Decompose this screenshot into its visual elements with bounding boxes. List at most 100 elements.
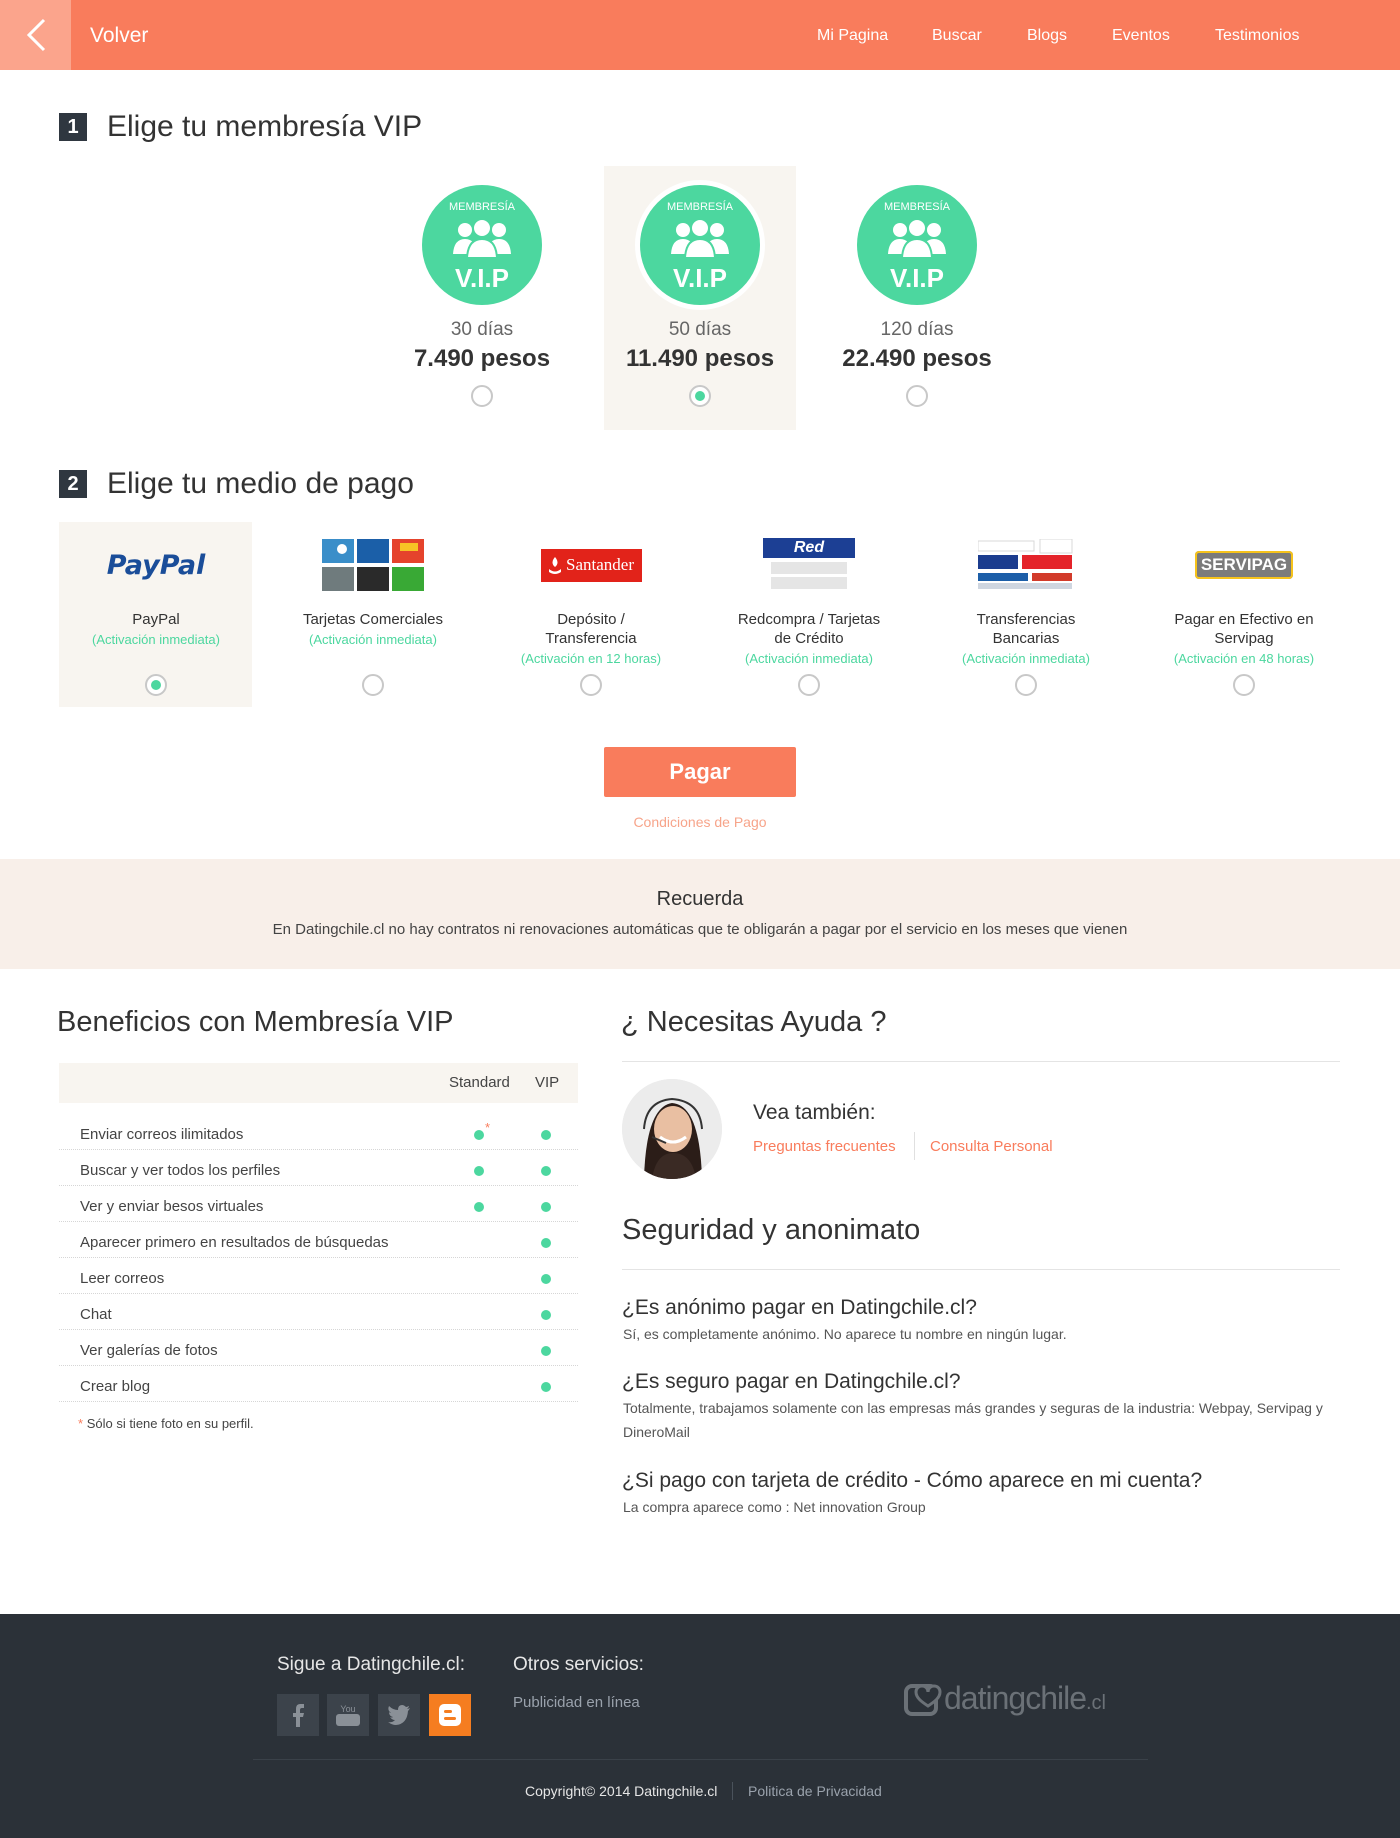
- top-bar: Volver Mi Pagina Buscar Blogs Eventos Te…: [0, 0, 1400, 70]
- other-services-title: Otros servicios:: [513, 1654, 644, 1675]
- table-row: Leer correos: [59, 1258, 578, 1294]
- santander-flame-icon: [549, 557, 561, 574]
- plan-radio-selected[interactable]: [689, 385, 711, 407]
- standard-check-dot: [474, 1166, 484, 1176]
- payment-radio[interactable]: [580, 674, 602, 696]
- faq-answer: La compra aparece como : Net innovation …: [623, 1499, 926, 1515]
- follow-title: Sigue a Datingchile.cl:: [277, 1654, 465, 1675]
- plan-price: 7.490 pesos: [413, 345, 551, 372]
- vip-check-dot: [541, 1274, 551, 1284]
- plan-days: 50 días: [668, 319, 732, 340]
- see-also-label: Vea también:: [753, 1101, 876, 1124]
- facebook-icon: [293, 1704, 304, 1727]
- faq-question: ¿Es seguro pagar en Datingchile.cl?: [622, 1370, 961, 1393]
- col-standard: Standard: [449, 1074, 510, 1091]
- payment-name: Redcompra / Tarjetas de Crédito: [737, 611, 881, 647]
- vip-badge: MEMBRESÍA V.I.P: [640, 185, 760, 305]
- svg-text:You: You: [340, 1704, 355, 1714]
- payment-option-servipag[interactable]: SERVIPAG Pagar en Efectivo en Servipag (…: [1144, 538, 1344, 696]
- payment-activation: (Activación inmediata): [962, 651, 1090, 666]
- payment-option-tarjetas-comerciales[interactable]: Tarjetas Comerciales (Activación inmedia…: [273, 538, 473, 696]
- table-row: Aparecer primero en resultados de búsque…: [59, 1222, 578, 1258]
- payment-radio-selected[interactable]: [145, 674, 167, 696]
- advertising-link[interactable]: Publicidad en línea: [513, 1694, 640, 1711]
- redcompra-logo: Red compra: [709, 538, 909, 592]
- table-row: Ver y enviar besos virtuales: [59, 1186, 578, 1222]
- servipag-logo: SERVIPAG: [1144, 538, 1344, 592]
- payment-option-redcompra[interactable]: Red compra Redcompra / Tarjetas de Crédi…: [709, 538, 909, 696]
- faq-link[interactable]: Preguntas frecuentes: [753, 1138, 896, 1155]
- table-row: Ver galerías de fotos: [59, 1330, 578, 1366]
- nav-blogs[interactable]: Blogs: [1027, 0, 1067, 70]
- facebook-button[interactable]: [277, 1694, 319, 1736]
- payment-radio[interactable]: [362, 674, 384, 696]
- payment-option-transferencias[interactable]: Transferencias Bancarias (Activación inm…: [926, 538, 1126, 696]
- personal-consult-link[interactable]: Consulta Personal: [930, 1138, 1053, 1155]
- benefits-title: Beneficios con Membresía VIP: [57, 1006, 454, 1038]
- youtube-icon: You: [336, 1704, 360, 1726]
- users-icon: [671, 218, 729, 258]
- payment-conditions-link[interactable]: Condiciones de Pago: [560, 814, 840, 830]
- payment-name: PayPal: [132, 611, 180, 628]
- table-row: Enviar correos ilimitados *: [59, 1114, 578, 1150]
- nav-buscar[interactable]: Buscar: [932, 0, 982, 70]
- back-label[interactable]: Volver: [90, 0, 148, 70]
- asterisk-mark: *: [485, 1120, 491, 1135]
- banks-logo: [926, 538, 1126, 592]
- plan-card[interactable]: MEMBRESÍA V.I.P 30 días 7.490 pesos: [392, 185, 572, 407]
- pay-button[interactable]: Pagar: [604, 747, 796, 797]
- back-button[interactable]: [0, 0, 71, 70]
- plan-radio[interactable]: [906, 385, 928, 407]
- plan-card[interactable]: MEMBRESÍA V.I.P 50 días 11.490 pesos: [610, 185, 790, 407]
- payment-activation: (Activación inmediata): [92, 632, 220, 647]
- security-title: Seguridad y anonimato: [622, 1214, 921, 1246]
- payment-activation: (Activación inmediata): [745, 651, 873, 666]
- blogger-icon: [439, 1704, 461, 1726]
- nav-eventos[interactable]: Eventos: [1112, 0, 1170, 70]
- nav-testimonios[interactable]: Testimonios: [1215, 0, 1299, 70]
- table-row: Buscar y ver todos los perfiles: [59, 1150, 578, 1186]
- privacy-link[interactable]: Politica de Privacidad: [748, 1783, 882, 1799]
- payment-name: Depósito / Transferencia: [545, 611, 637, 647]
- youtube-button[interactable]: You: [327, 1694, 369, 1736]
- vip-check-dot: [541, 1202, 551, 1212]
- payment-option-paypal[interactable]: PayPal PayPal (Activación inmediata): [56, 538, 256, 696]
- vip-check-dot: [541, 1310, 551, 1320]
- payment-option-deposito[interactable]: Santander Depósito / Transferencia (Acti…: [491, 538, 691, 696]
- payment-name: Transferencias Bancarias: [976, 611, 1076, 647]
- blogger-button[interactable]: [429, 1694, 471, 1736]
- plan-card[interactable]: MEMBRESÍA V.I.P 120 días 22.490 pesos: [827, 185, 1007, 407]
- footer-divider: [253, 1759, 1148, 1760]
- footer-separator: [732, 1782, 733, 1800]
- plan-days: 120 días: [880, 319, 954, 340]
- vip-check-dot: [541, 1166, 551, 1176]
- vip-check-dot: [541, 1346, 551, 1356]
- step-number-1: 1: [59, 113, 87, 141]
- vip-check-dot: [541, 1130, 551, 1140]
- help-title: ¿ Necesitas Ayuda ?: [621, 1006, 887, 1038]
- payment-radio[interactable]: [798, 674, 820, 696]
- plan-radio[interactable]: [471, 385, 493, 407]
- payment-name: Tarjetas Comerciales: [302, 611, 444, 628]
- benefits-footnote: * Sólo si tiene foto en su perfil.: [78, 1416, 254, 1431]
- heart-logo-icon: [904, 1684, 942, 1716]
- link-separator: [914, 1132, 915, 1160]
- step-number-2: 2: [59, 470, 87, 498]
- twitter-button[interactable]: [378, 1694, 420, 1736]
- plan-price: 22.490 pesos: [842, 345, 992, 372]
- payment-radio[interactable]: [1233, 674, 1255, 696]
- nav-mi-pagina[interactable]: Mi Pagina: [817, 0, 888, 70]
- reminder-text: En Datingchile.cl no hay contratos ni re…: [272, 921, 1128, 938]
- chevron-left-icon: [26, 18, 45, 52]
- vip-check-dot: [541, 1238, 551, 1248]
- payment-radio[interactable]: [1015, 674, 1037, 696]
- table-row: Crear blog: [59, 1366, 578, 1402]
- plan-days: 30 días: [450, 319, 514, 340]
- twitter-icon: [388, 1705, 410, 1725]
- footer: Sigue a Datingchile.cl: Otros servicios:…: [0, 1614, 1400, 1838]
- datingchile-logo: datingchile .cl: [904, 1668, 1106, 1728]
- standard-check-dot: [474, 1130, 484, 1140]
- vip-badge: MEMBRESÍA V.I.P: [422, 185, 542, 305]
- benefits-table-header: Standard VIP: [59, 1063, 578, 1103]
- santander-logo: Santander: [491, 538, 691, 592]
